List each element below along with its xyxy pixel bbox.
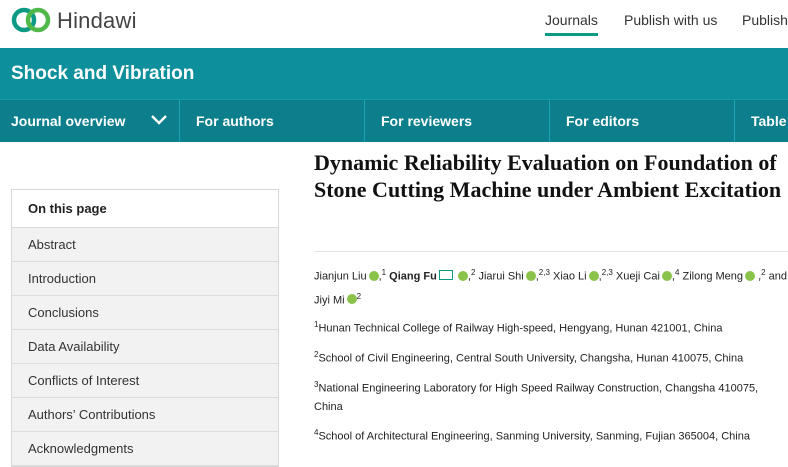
nav-publish[interactable]: Publish [742,12,788,28]
author-affiliation-sup: 2,3 [538,268,550,277]
affiliation: 4School of Architectural Engineering, Sa… [314,424,788,446]
orcid-icon[interactable] [661,270,672,281]
on-this-page-panel: On this page Abstract Introduction Concl… [11,189,279,467]
sidebar-item-authors-contributions[interactable]: Authors’ Contributions [12,398,278,432]
author-affiliation-sup: 2 [356,291,362,301]
author-name[interactable]: Jiarui Shi [478,271,523,283]
affiliation-text: School of Architectural Engineering, San… [318,430,750,443]
subnav-for-reviewers-label: For reviewers [381,113,473,129]
subnav-journal-overview-label: Journal overview [11,113,126,129]
nav-publish-with-us[interactable]: Publish with us [624,12,717,28]
subnav-for-authors[interactable]: For authors [185,100,365,142]
divider [314,251,788,252]
affiliation: 3National Engineering Laboratory for Hig… [314,376,788,416]
sidebar-item-introduction[interactable]: Introduction [12,262,278,296]
author-name[interactable]: Zilong Meng [682,271,743,283]
subnav-table-label: Table [751,113,787,129]
sidebar-item-conclusions[interactable]: Conclusions [12,296,278,330]
article-title: Dynamic Reliability Evaluation on Founda… [314,150,782,202]
orcid-icon[interactable] [745,270,756,281]
subnav-journal-overview[interactable]: Journal overview [0,100,180,142]
subnav-for-editors-label: For editors [566,113,640,129]
affiliation-text: Hunan Technical College of Railway High-… [318,322,723,335]
chevron-down-icon [151,115,167,125]
author-affiliation-sup: 1 [381,268,387,277]
affiliation-text: School of Civil Engineering, Central Sou… [318,352,744,365]
orcid-icon[interactable] [525,270,536,281]
author-name[interactable]: Qiang Fu [389,271,437,283]
hindawi-logo-icon[interactable] [10,5,52,35]
top-bar: Hindawi Journals Publish with us Publish [0,0,788,48]
subnav-for-authors-label: For authors [196,113,274,129]
author-name[interactable]: Xiao Li [553,271,587,283]
sidebar-item-conflicts-of-interest[interactable]: Conflicts of Interest [12,364,278,398]
journal-banner: Shock and Vibration [0,48,788,99]
affiliation: 1Hunan Technical College of Railway High… [314,316,788,338]
author-affiliation-sup: 2 [470,268,476,277]
orcid-icon[interactable] [368,270,379,281]
author-affiliation-sup: 2,3 [601,268,613,277]
author-name[interactable]: Jiyi Mi [314,294,345,306]
nav-journals[interactable]: Journals [545,12,598,36]
sidebar-item-data-availability[interactable]: Data Availability [12,330,278,364]
journal-subnav: Journal overview For authors For reviewe… [0,99,788,142]
sidebar-item-abstract[interactable]: Abstract [12,228,278,262]
author-affiliation-sup: 2 [761,268,766,277]
orcid-icon[interactable] [588,270,599,281]
affiliation-text: National Engineering Laboratory for High… [314,382,759,413]
author-list: Jianjun Liu ,1 Qiang Fu ,2 Jiarui Shi ,2,3… [314,268,788,307]
affiliation: 2School of Civil Engineering, Central So… [314,346,788,368]
subnav-for-reviewers[interactable]: For reviewers [370,100,550,142]
author-name[interactable]: Xueji Cai [616,271,660,283]
on-this-page-heading: On this page [12,190,278,228]
orcid-icon[interactable] [457,270,468,281]
email-icon[interactable] [438,269,453,280]
orcid-icon[interactable] [346,294,357,305]
sidebar-item-acknowledgments[interactable]: Acknowledgments [12,432,278,466]
brand-name[interactable]: Hindawi [57,8,137,34]
subnav-table[interactable]: Table [740,100,788,142]
author-name[interactable]: Jianjun Liu [314,271,367,283]
author-and: and [768,270,788,283]
journal-title[interactable]: Shock and Vibration [11,63,194,85]
author-affiliation-sup: 4 [674,268,680,277]
subnav-for-editors[interactable]: For editors [555,100,735,142]
